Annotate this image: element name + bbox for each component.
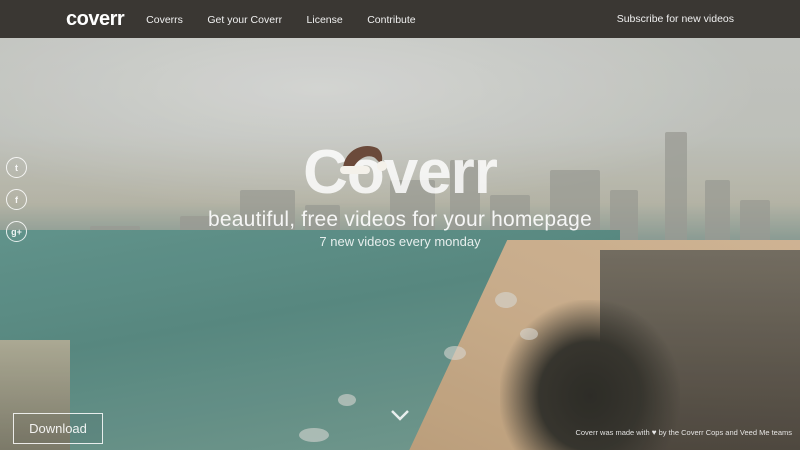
hero-subtitle: 7 new videos every monday [319,234,481,249]
main-nav: Coverrs Get your Coverr License Contribu… [146,10,435,28]
top-navigation: coverr Coverrs Get your Coverr License C… [0,0,800,38]
brand-logo[interactable]: coverr [66,7,125,31]
hero-content: Coverr beautiful, free videos for your h… [0,142,800,250]
footer-credit-after: by the Coverr Cops and Veed Me teams [658,428,792,437]
nav-item-get-your-coverr[interactable]: Get your Coverr [207,14,282,26]
santa-hat-icon [340,146,388,174]
download-button[interactable]: Download [13,413,103,444]
nav-item-contribute[interactable]: Contribute [367,14,415,26]
download-button-label: Download [29,421,87,436]
heart-icon: ♥ [651,428,657,437]
nav-item-coverrs[interactable]: Coverrs [146,14,183,26]
chevron-down-icon[interactable] [390,408,410,422]
footer-credit-before: Coverr was made with [575,428,650,437]
brand-logo-text: coverr [66,7,125,30]
hero-logo-text: Coverr [303,138,498,207]
hero-logo: Coverr [303,142,498,204]
subscribe-link[interactable]: Subscribe for new videos [617,13,734,25]
footer-credit: Coverr was made with ♥ by the Coverr Cop… [575,428,792,437]
nav-item-license[interactable]: License [307,14,343,26]
hero-tagline: beautiful, free videos for your homepage [208,208,592,231]
